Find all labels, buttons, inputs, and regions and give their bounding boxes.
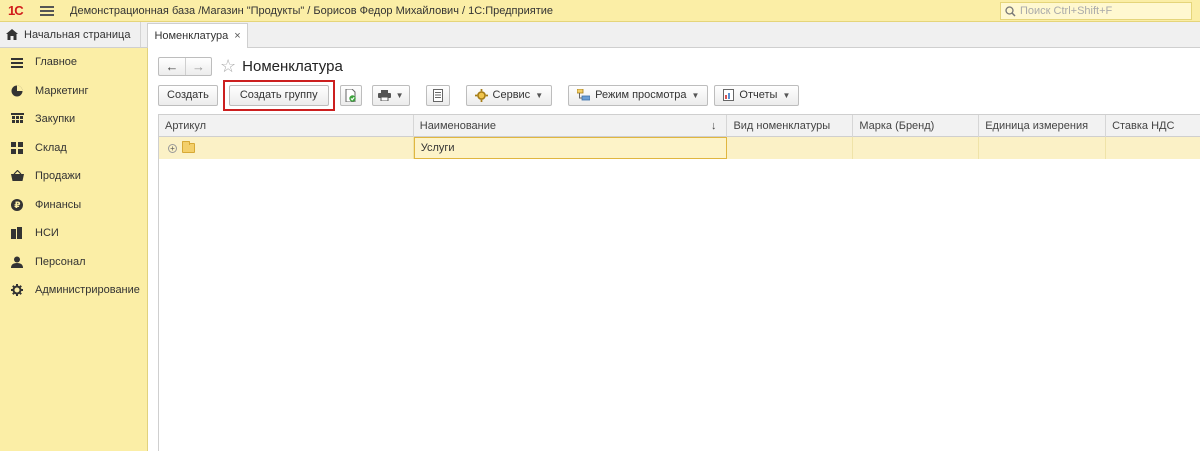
gear-icon xyxy=(10,283,24,297)
column-header-vat[interactable]: Ставка НДС xyxy=(1106,115,1200,137)
sidebar-item-marketing[interactable]: Маркетинг xyxy=(0,77,147,106)
cell-vat[interactable] xyxy=(1106,137,1200,159)
table-empty-area[interactable] xyxy=(159,159,1200,451)
highlight-frame: Создать группу xyxy=(222,79,335,111)
sidebar-item-label: Финансы xyxy=(35,198,82,211)
report-icon xyxy=(723,89,735,101)
home-icon xyxy=(6,29,18,40)
purchase-icon xyxy=(10,112,24,126)
service-button[interactable]: Сервис ▼ xyxy=(465,84,553,106)
menu-lines-icon xyxy=(10,55,24,69)
expand-icon[interactable]: + xyxy=(168,143,177,153)
svg-text:₽: ₽ xyxy=(14,201,20,211)
person-icon xyxy=(10,255,24,269)
search-input[interactable]: Поиск Ctrl+Shift+F xyxy=(1000,2,1192,20)
print-button[interactable]: ▼ xyxy=(371,84,410,106)
table-header: Артикул Наименование ↓ Вид номенклатуры М… xyxy=(159,115,1200,137)
tab-nomenclature-label: Номенклатура xyxy=(154,30,229,42)
main-menu-icon[interactable] xyxy=(40,5,54,16)
view-mode-label: Режим просмотра xyxy=(595,89,687,101)
title-bar: 1С Демонстрационная база /Магазин "Проду… xyxy=(0,0,1200,22)
tree-view-icon xyxy=(577,89,591,101)
window-title: Демонстрационная база /Магазин "Продукты… xyxy=(70,4,554,17)
pie-chart-icon xyxy=(10,84,24,98)
list-icon xyxy=(432,88,443,102)
cell-article[interactable]: + xyxy=(159,137,414,159)
sidebar-item-label: Маркетинг xyxy=(35,84,89,97)
sidebar-item-label: Склад xyxy=(35,141,67,154)
cell-unit[interactable] xyxy=(979,137,1107,159)
column-header-kind[interactable]: Вид номенклатуры xyxy=(727,115,854,137)
sidebar-item-purchases[interactable]: Закупки xyxy=(0,105,147,134)
column-label: Артикул xyxy=(165,120,207,132)
basket-icon xyxy=(10,169,24,183)
sidebar-item-main[interactable]: Главное xyxy=(0,48,147,77)
column-label: Ставка НДС xyxy=(1112,120,1175,132)
tab-home-label: Начальная страница xyxy=(24,28,131,41)
column-label: Вид номенклатуры xyxy=(733,120,831,132)
app-logo[interactable]: 1С xyxy=(8,3,34,18)
tab-home[interactable]: Начальная страница xyxy=(0,22,142,47)
sidebar-item-label: Администрирование xyxy=(35,284,140,297)
create-button[interactable]: Создать xyxy=(158,84,218,106)
sidebar-item-label: Продажи xyxy=(35,170,81,183)
chevron-down-icon: ▼ xyxy=(535,90,544,100)
create-group-button[interactable]: Создать группу xyxy=(228,84,329,106)
main-content: ← → ☆ Номенклатура Создать Создать групп… xyxy=(148,48,1200,451)
search-icon xyxy=(1005,5,1016,17)
sidebar-item-warehouse[interactable]: Склад xyxy=(0,134,147,163)
table-row[interactable]: + Услуги xyxy=(159,137,1200,159)
sidebar-item-label: Персонал xyxy=(35,255,86,268)
favorite-star-icon[interactable]: ☆ xyxy=(220,57,236,75)
column-header-unit[interactable]: Единица измерения xyxy=(979,115,1107,137)
reports-label: Отчеты xyxy=(739,89,778,101)
back-button[interactable]: ← xyxy=(159,58,185,75)
gear-icon xyxy=(474,88,488,102)
sidebar-item-sales[interactable]: Продажи xyxy=(0,162,147,191)
column-label: Единица измерения xyxy=(985,120,1089,132)
forward-button[interactable]: → xyxy=(185,57,211,75)
cell-brand[interactable] xyxy=(853,137,980,159)
sidebar-item-label: Закупки xyxy=(35,113,76,126)
sidebar-item-label: НСИ xyxy=(35,227,59,240)
copy-create-button[interactable] xyxy=(339,84,362,106)
column-header-brand[interactable]: Марка (Бренд) xyxy=(853,115,980,137)
view-mode-button[interactable]: Режим просмотра ▼ xyxy=(568,84,709,106)
chevron-down-icon: ▼ xyxy=(395,90,404,100)
cell-text: Услуги xyxy=(420,142,455,154)
sort-arrow-icon: ↓ xyxy=(710,120,717,132)
search-placeholder: Поиск Ctrl+Shift+F xyxy=(1020,5,1113,17)
tab-nomenclature[interactable]: Номенклатура × xyxy=(147,23,248,48)
cell-kind[interactable] xyxy=(727,137,854,159)
page-title: Номенклатура xyxy=(242,57,343,75)
tab-bar: Начальная страница Номенклатура × xyxy=(0,22,1200,48)
sidebar-item-admin[interactable]: Администрирование xyxy=(0,276,147,305)
printer-icon xyxy=(377,89,391,101)
column-label: Наименование xyxy=(419,120,497,132)
cell-name[interactable]: Услуги xyxy=(413,137,728,159)
warehouse-grid-icon xyxy=(10,141,24,155)
sidebar-item-staff[interactable]: Персонал xyxy=(0,248,147,277)
service-label: Сервис xyxy=(492,89,531,101)
toolbar: Создать Создать группу ▼ Сервис ▼ Режим … xyxy=(158,79,800,111)
folder-icon xyxy=(182,141,195,153)
close-icon[interactable]: × xyxy=(234,30,240,42)
chevron-down-icon: ▼ xyxy=(782,90,791,100)
sidebar-item-finance[interactable]: ₽ Финансы xyxy=(0,191,147,220)
ruble-coin-icon: ₽ xyxy=(10,198,24,212)
reports-button[interactable]: Отчеты ▼ xyxy=(714,84,800,106)
chevron-down-icon: ▼ xyxy=(691,90,700,100)
column-header-article[interactable]: Артикул xyxy=(159,115,414,137)
column-label: Марка (Бренд) xyxy=(859,120,935,132)
column-header-name[interactable]: Наименование ↓ xyxy=(414,115,728,137)
nomenclature-table: Артикул Наименование ↓ Вид номенклатуры М… xyxy=(158,114,1200,451)
sidebar-item-nsi[interactable]: НСИ xyxy=(0,219,147,248)
page-header: ← → ☆ Номенклатура xyxy=(158,56,343,76)
document-add-icon xyxy=(345,88,356,102)
sidebar: Главное Маркетинг Закупки Склад Продажи … xyxy=(0,48,148,451)
list-settings-button[interactable] xyxy=(425,84,450,106)
nav-buttons: ← → xyxy=(158,56,212,76)
books-icon xyxy=(10,226,24,240)
sidebar-item-label: Главное xyxy=(35,56,78,69)
